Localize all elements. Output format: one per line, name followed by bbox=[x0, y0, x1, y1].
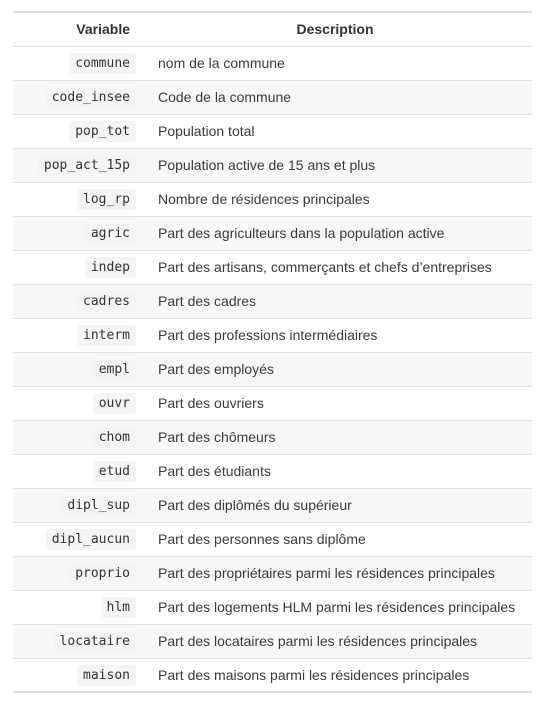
table-row: locataire Part des locataires parmi les r… bbox=[13, 624, 532, 659]
variable-code: interm bbox=[77, 325, 136, 346]
variable-cell: indep bbox=[13, 250, 138, 285]
table-row: agric Part des agriculteurs dans la popul… bbox=[13, 216, 532, 251]
variable-code: locataire bbox=[53, 631, 136, 652]
description-cell: Part des logements HLM parmi les résiden… bbox=[138, 590, 532, 625]
variables-table-container: Variable Description commune nom de la co… bbox=[13, 11, 532, 693]
variable-cell: locataire bbox=[13, 624, 138, 659]
table-row: code_insee Code de la commune bbox=[13, 80, 532, 115]
table-row: log_rp Nombre de résidences principales bbox=[13, 182, 532, 217]
description-cell: Part des employés bbox=[138, 352, 532, 387]
variable-code: proprio bbox=[69, 563, 136, 584]
variable-cell: ouvr bbox=[13, 386, 138, 421]
variable-cell: pop_tot bbox=[13, 114, 138, 149]
description-cell: Part des propriétaires parmi les résiden… bbox=[138, 556, 532, 591]
variable-code: indep bbox=[84, 257, 136, 278]
table-row: interm Part des professions intermédiaire… bbox=[13, 318, 532, 353]
variable-code: etud bbox=[92, 461, 136, 482]
variable-cell: agric bbox=[13, 216, 138, 251]
variable-code: empl bbox=[92, 359, 136, 380]
variable-code: commune bbox=[69, 53, 136, 74]
description-cell: Part des cadres bbox=[138, 284, 532, 319]
variable-code: ouvr bbox=[92, 393, 136, 414]
variable-cell: commune bbox=[13, 46, 138, 81]
variable-cell: cadres bbox=[13, 284, 138, 319]
variable-code: pop_tot bbox=[69, 121, 136, 142]
variable-code: maison bbox=[77, 664, 136, 686]
variable-code: agric bbox=[84, 223, 136, 244]
variable-cell: maison bbox=[13, 658, 138, 693]
variable-cell: empl bbox=[13, 352, 138, 387]
table-row: commune nom de la commune bbox=[13, 46, 532, 81]
description-cell: Part des artisans, commerçants et chefs … bbox=[138, 250, 532, 285]
description-cell: Part des professions intermédiaires bbox=[138, 318, 532, 353]
variable-cell: code_insee bbox=[13, 80, 138, 115]
variable-code: cadres bbox=[77, 291, 136, 312]
variable-code: code_insee bbox=[45, 87, 136, 108]
variable-cell: proprio bbox=[13, 556, 138, 591]
description-cell: Part des personnes sans diplôme bbox=[138, 522, 532, 557]
table-row: dipl_aucun Part des personnes sans diplôm… bbox=[13, 522, 532, 557]
description-cell: Part des chômeurs bbox=[138, 420, 532, 455]
variable-code: dipl_sup bbox=[61, 495, 136, 516]
table-row: proprio Part des propriétaires parmi les … bbox=[13, 556, 532, 591]
variable-code: chom bbox=[92, 427, 136, 448]
column-header-description: Description bbox=[138, 11, 532, 47]
description-cell: Part des ouvriers bbox=[138, 386, 532, 421]
description-cell: Part des diplômés du supérieur bbox=[138, 488, 532, 523]
variable-cell: hlm bbox=[13, 590, 138, 625]
description-cell: Population total bbox=[138, 114, 532, 149]
variable-cell: log_rp bbox=[13, 182, 138, 217]
table-row: chom Part des chômeurs bbox=[13, 420, 532, 455]
variable-cell: dipl_sup bbox=[13, 488, 138, 523]
table-row: ouvr Part des ouvriers bbox=[13, 386, 532, 421]
variable-code: dipl_aucun bbox=[45, 529, 136, 550]
description-cell: Nombre de résidences principales bbox=[138, 182, 532, 217]
column-header-variable: Variable bbox=[13, 11, 138, 47]
description-cell: Part des locataires parmi les résidences… bbox=[138, 624, 532, 659]
variable-cell: interm bbox=[13, 318, 138, 353]
description-cell: Population active de 15 ans et plus bbox=[138, 148, 532, 183]
variable-cell: dipl_aucun bbox=[13, 522, 138, 557]
variable-code: pop_act_15p bbox=[37, 155, 136, 176]
table-row: pop_act_15p Population active de 15 ans e… bbox=[13, 148, 532, 183]
table-row: indep Part des artisans, commerçants et c… bbox=[13, 250, 532, 285]
variable-cell: pop_act_15p bbox=[13, 148, 138, 183]
variable-code: hlm bbox=[100, 597, 136, 618]
description-cell: nom de la commune bbox=[138, 46, 532, 81]
variable-code: log_rp bbox=[77, 189, 136, 210]
variable-cell: chom bbox=[13, 420, 138, 455]
variables-table: Variable Description commune nom de la co… bbox=[13, 11, 532, 693]
table-row: empl Part des employés bbox=[13, 352, 532, 387]
table-row: hlm Part des logements HLM parmi les rési… bbox=[13, 590, 532, 625]
description-cell: Code de la commune bbox=[138, 80, 532, 115]
table-row: pop_tot Population total bbox=[13, 114, 532, 149]
variable-cell: etud bbox=[13, 454, 138, 489]
table-body: commune nom de la commune code_insee Code d… bbox=[13, 46, 532, 693]
table-row: maison Part des maisons parmi les résiden… bbox=[13, 658, 532, 693]
description-cell: Part des agriculteurs dans la population… bbox=[138, 216, 532, 251]
table-row: etud Part des étudiants bbox=[13, 454, 532, 489]
table-header: Variable Description bbox=[13, 11, 532, 47]
description-cell: Part des maisons parmi les résidences pr… bbox=[138, 658, 532, 693]
description-cell: Part des étudiants bbox=[138, 454, 532, 489]
table-row: dipl_sup Part des diplômés du supérieur bbox=[13, 488, 532, 523]
table-row: cadres Part des cadres bbox=[13, 284, 532, 319]
header-row: Variable Description bbox=[13, 11, 532, 47]
